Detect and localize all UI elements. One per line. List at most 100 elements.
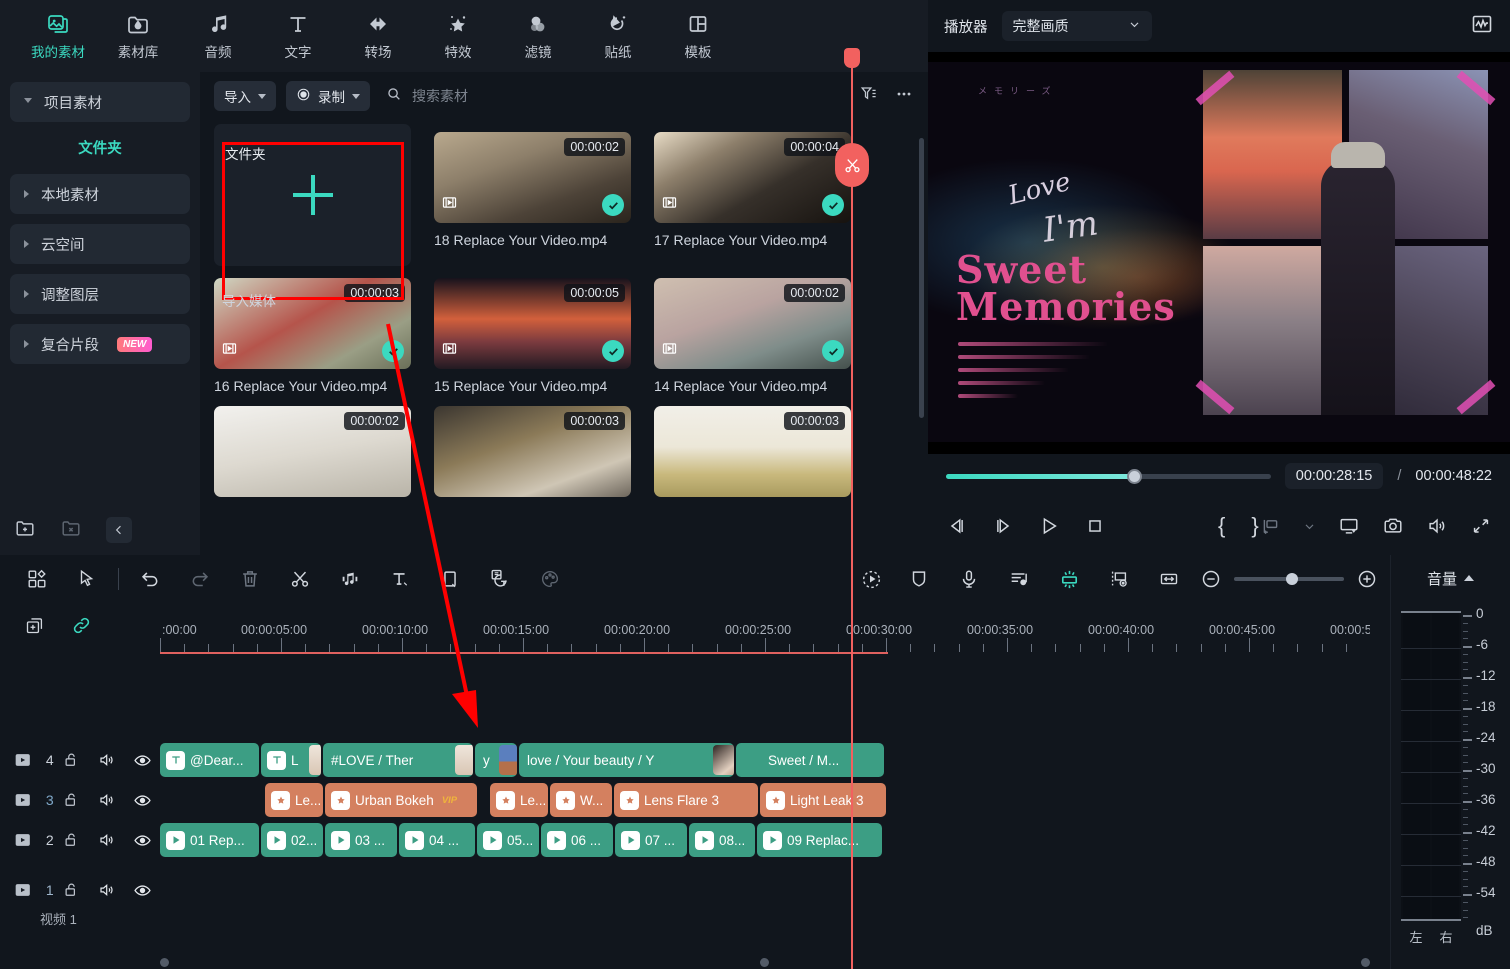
new-folder-icon[interactable] (14, 517, 36, 544)
mask-icon[interactable] (894, 555, 944, 603)
nav-sticker[interactable]: 贴纸 (578, 0, 658, 72)
eye-icon[interactable] (125, 831, 160, 850)
link-icon[interactable] (71, 615, 92, 636)
media-thumbnail[interactable]: 00:00:02 (654, 278, 851, 369)
media-thumbnail[interactable]: 00:00:05 (434, 278, 631, 369)
timeline-clip[interactable]: @Dear... (160, 743, 259, 777)
redo-icon[interactable] (175, 555, 225, 603)
zoom-out-icon[interactable] (1200, 568, 1222, 590)
crop-icon[interactable] (425, 555, 475, 603)
timeline-clip[interactable]: 02... (261, 823, 323, 857)
scissors-icon[interactable] (835, 143, 869, 187)
mark-out-icon[interactable]: } (1251, 513, 1258, 539)
media-thumbnail[interactable]: 00:00:02 (434, 132, 631, 223)
timeline-ruler[interactable]: :00:00 00:00:05:00 00:00:10:00 00:00:15:… (160, 621, 1370, 659)
auto-caption-icon[interactable] (475, 555, 525, 603)
auto-highlight-icon[interactable] (1044, 555, 1094, 603)
prev-frame-icon[interactable] (946, 515, 968, 537)
delete-folder-icon[interactable] (60, 517, 82, 544)
media-item[interactable]: 00:00:02 14 Replace Your Video.mp4 (654, 266, 874, 394)
preview-stage[interactable]: メモリーズ Love I'm Sweet Memories (928, 52, 1510, 454)
search-input[interactable]: 搜索素材 (386, 86, 849, 107)
timeline-clip[interactable]: 04 ... (399, 823, 475, 857)
voice-record-icon[interactable] (944, 555, 994, 603)
mark-in-icon[interactable]: { (1218, 513, 1225, 539)
quality-select[interactable]: 完整画质 (1002, 11, 1152, 41)
nav-audio[interactable]: 音频 (178, 0, 258, 72)
display-mode-icon[interactable] (1338, 515, 1360, 537)
split-icon[interactable] (275, 555, 325, 603)
volume-header[interactable]: 音量 (1391, 555, 1510, 601)
snapshot-to-track-icon[interactable] (1260, 516, 1281, 537)
layout-icon[interactable] (12, 555, 62, 603)
waveform-icon[interactable] (1470, 12, 1494, 41)
nav-effects[interactable]: 特效 (418, 0, 498, 72)
timeline-clip[interactable]: Sweet / M... (736, 743, 884, 777)
timeline-clip[interactable]: love / Your beauty / Y (519, 743, 734, 777)
timeline-clip[interactable]: 09 Replac... (757, 823, 882, 857)
chevron-down-icon[interactable] (1303, 520, 1316, 533)
zoom-slider-knob[interactable] (1286, 573, 1298, 585)
fit-timeline-icon[interactable] (1144, 555, 1194, 603)
zoom-in-icon[interactable] (1356, 568, 1378, 590)
media-thumbnail[interactable]: 00:00:03 (434, 406, 631, 497)
add-text-icon[interactable] (375, 555, 425, 603)
next-frame-icon[interactable] (992, 515, 1014, 537)
playhead-handle[interactable] (844, 48, 860, 68)
nav-template[interactable]: 模板 (658, 0, 738, 72)
zoom-slider[interactable] (1234, 577, 1344, 581)
unlock-icon[interactable] (54, 791, 89, 809)
media-item[interactable]: 00:00:03 16 Replace Your Video.mp4 (214, 266, 434, 394)
import-button[interactable]: 导入 (214, 81, 276, 111)
seek-slider[interactable] (946, 474, 1271, 479)
timeline-playhead[interactable] (851, 60, 853, 969)
camera-icon[interactable] (1382, 515, 1404, 537)
volume-icon[interactable] (1426, 515, 1448, 537)
speaker-icon[interactable] (89, 881, 124, 899)
timeline-clip[interactable]: 01 Rep... (160, 823, 259, 857)
timeline-clip[interactable]: Lens Flare 3 (614, 783, 758, 817)
sidebar-item-project-media[interactable]: 项目素材 (10, 82, 190, 122)
stop-icon[interactable] (1084, 515, 1106, 537)
media-grid-scroll[interactable]: 00:00:02 18 Replace Your Video.mp4 00:00… (200, 120, 928, 555)
sidebar-item-cloud[interactable]: 云空间 (10, 224, 190, 264)
timeline-clip[interactable]: 05... (477, 823, 539, 857)
timeline-clip[interactable]: W... (550, 783, 612, 817)
timeline-clip[interactable]: L (261, 743, 321, 777)
media-scrollbar[interactable] (919, 138, 924, 418)
media-item[interactable]: 00:00:02 18 Replace Your Video.mp4 (434, 120, 654, 266)
current-timecode[interactable]: 00:00:28:15 (1285, 463, 1384, 489)
nav-stock-library[interactable]: 素材库 (98, 0, 178, 72)
sidebar-item-local-media[interactable]: 本地素材 (10, 174, 190, 214)
chevron-up-icon[interactable] (1464, 575, 1474, 581)
sidebar-item-adjustment-layer[interactable]: 调整图层 (10, 274, 190, 314)
media-item[interactable]: 00:00:04 17 Replace Your Video.mp4 (654, 120, 874, 266)
timeline-clip[interactable]: 07 ... (615, 823, 687, 857)
timeline-clip[interactable]: 06 ... (541, 823, 613, 857)
timeline-clip[interactable]: Light Leak 3 (760, 783, 886, 817)
seek-knob[interactable] (1127, 469, 1142, 484)
audio-detach-icon[interactable] (325, 555, 375, 603)
unlock-icon[interactable] (54, 881, 89, 899)
timeline-clip[interactable]: y (475, 743, 517, 777)
timeline-clip[interactable]: #LOVE / Ther (323, 743, 473, 777)
timeline-clip[interactable]: 03 ... (325, 823, 397, 857)
nav-my-media[interactable]: 我的素材 (18, 0, 98, 72)
filter-sort-icon[interactable] (859, 84, 878, 108)
media-thumbnail[interactable]: 00:00:03 (654, 406, 851, 497)
speaker-icon[interactable] (89, 831, 124, 849)
media-item-add[interactable] (214, 120, 434, 266)
more-options-icon[interactable] (894, 84, 914, 109)
color-match-icon[interactable] (525, 555, 575, 603)
eye-icon[interactable] (125, 751, 160, 770)
collapse-left-icon[interactable] (106, 517, 132, 543)
eye-icon[interactable] (125, 881, 160, 900)
media-thumbnail[interactable]: 00:00:02 (214, 406, 411, 497)
nav-text[interactable]: 文字 (258, 0, 338, 72)
duplicate-icon[interactable] (24, 615, 45, 636)
speaker-icon[interactable] (89, 751, 124, 769)
record-button[interactable]: 录制 (286, 81, 370, 111)
unlock-icon[interactable] (54, 831, 89, 849)
timeline-clip[interactable]: Le... (265, 783, 323, 817)
timeline-clip[interactable]: Le... (490, 783, 548, 817)
